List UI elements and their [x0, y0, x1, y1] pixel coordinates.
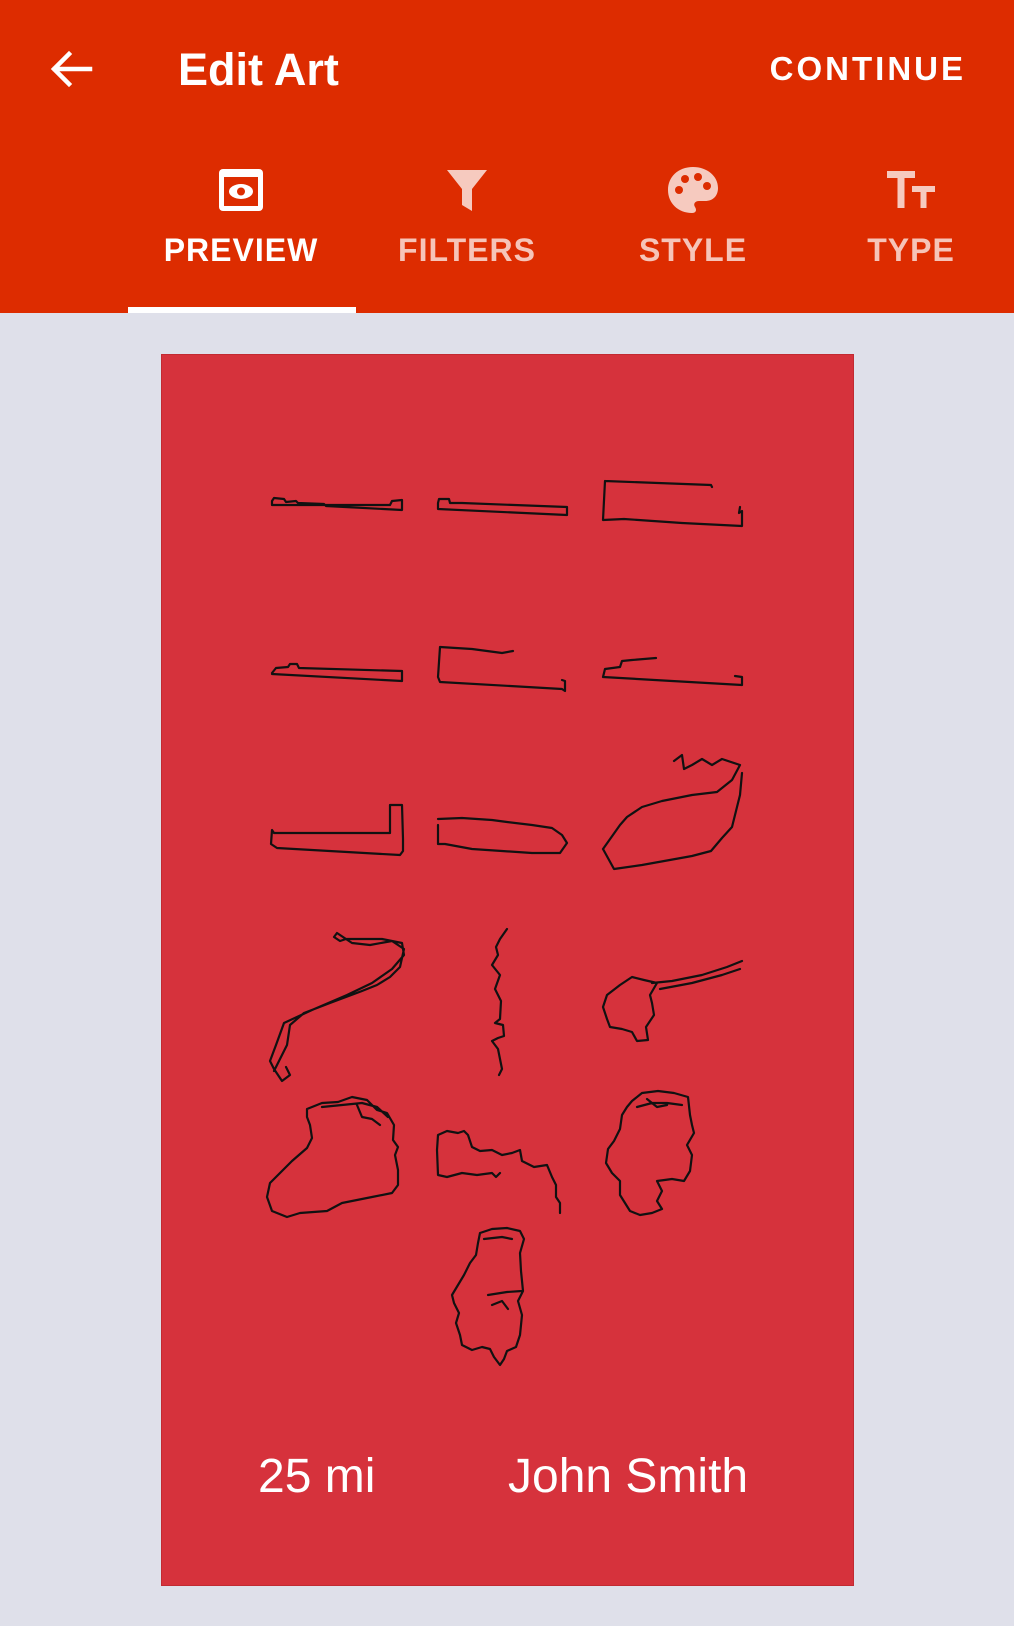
- eye-icon: [211, 160, 271, 220]
- tab-filters[interactable]: FILTERS: [354, 160, 580, 313]
- filter-icon: [437, 160, 497, 220]
- art-poster-preview: 25 mi John Smith: [161, 354, 854, 1586]
- route-trace: [269, 803, 405, 857]
- poster-athlete-name: John Smith: [508, 1450, 749, 1503]
- route-trace: [601, 753, 744, 871]
- route-trace: [490, 927, 509, 1077]
- route-trace: [270, 662, 404, 683]
- tab-style-label: STYLE: [638, 232, 748, 268]
- route-trace: [604, 1089, 696, 1217]
- tab-type[interactable]: TYPE: [798, 160, 1014, 313]
- route-trace: [436, 497, 569, 517]
- poster-distance: 25 mi: [258, 1450, 376, 1503]
- app-bar: Edit Art CONTINUE PREVIEW FILTERS STYLE …: [0, 0, 1014, 313]
- route-trace: [268, 931, 406, 1083]
- tab-preview[interactable]: PREVIEW: [128, 160, 354, 313]
- continue-button[interactable]: CONTINUE: [770, 46, 966, 92]
- route-trace: [270, 496, 404, 512]
- text-size-icon: [881, 160, 941, 220]
- route-trace: [601, 959, 744, 1043]
- route-trace: [436, 645, 567, 693]
- back-button[interactable]: [38, 36, 104, 102]
- route-trace: [450, 1226, 526, 1367]
- tab-preview-label: PREVIEW: [163, 232, 319, 268]
- arrow-left-icon: [50, 50, 93, 88]
- route-trace: [435, 1129, 562, 1215]
- route-trace: [601, 656, 744, 687]
- route-grid: [265, 479, 744, 1367]
- active-tab-indicator: [128, 307, 356, 313]
- route-trace: [265, 1095, 400, 1219]
- tab-type-label: TYPE: [867, 232, 955, 268]
- page-title: Edit Art: [178, 44, 339, 95]
- route-trace: [601, 479, 744, 528]
- tab-style[interactable]: STYLE: [580, 160, 806, 313]
- tab-filters-label: FILTERS: [398, 232, 536, 268]
- route-trace: [436, 816, 569, 855]
- palette-icon: [663, 160, 723, 220]
